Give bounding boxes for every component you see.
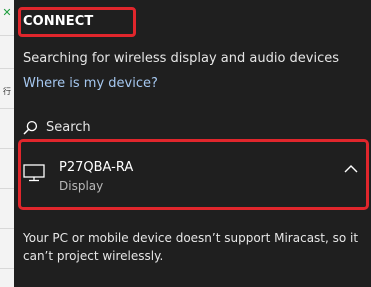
panel-title: CONNECT — [23, 14, 94, 29]
miracast-unsupported-message: Your PC or mobile device doesn’t support… — [23, 231, 359, 263]
divider — [0, 228, 14, 229]
search-icon — [23, 120, 38, 134]
divider — [0, 35, 14, 36]
chevron-up-icon[interactable] — [344, 164, 358, 174]
device-name[interactable]: P27QBA-RA — [59, 160, 133, 175]
search-status-text: Searching for wireless display and audio… — [23, 51, 340, 66]
connect-panel: CONNECT Searching for wireless display a… — [14, 0, 371, 287]
background-text-stub: 行 — [3, 87, 11, 96]
background-window-strip: ✕ 行 — [0, 0, 14, 287]
search-button[interactable]: Search — [23, 117, 91, 137]
device-type: Display — [59, 179, 104, 193]
divider — [0, 148, 14, 149]
divider — [0, 268, 14, 269]
monitor-icon — [23, 164, 45, 182]
divider — [0, 108, 14, 109]
background-close-icon: ✕ — [2, 6, 12, 19]
where-is-my-device-link[interactable]: Where is my device? — [23, 76, 158, 91]
divider — [0, 68, 14, 69]
divider — [0, 188, 14, 189]
search-label: Search — [46, 119, 91, 135]
